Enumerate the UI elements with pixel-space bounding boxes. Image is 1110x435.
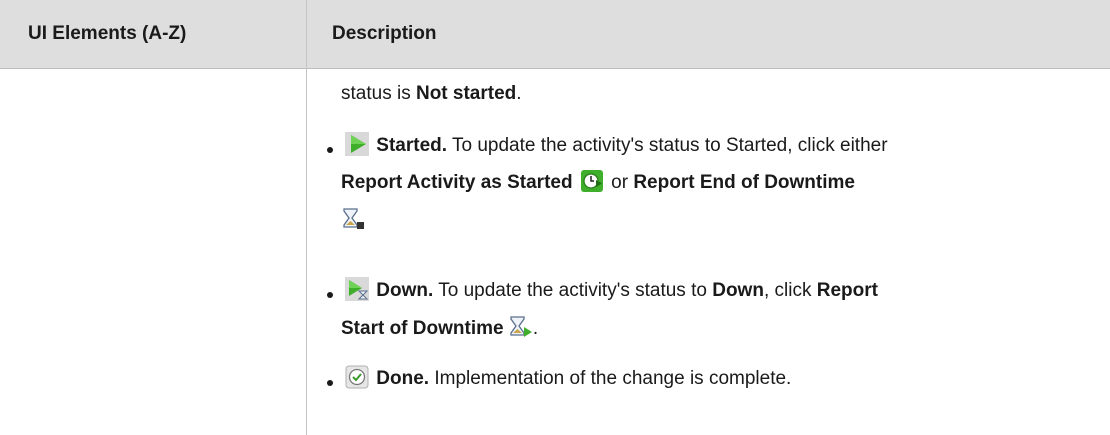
status-prefix: status is	[341, 83, 416, 104]
started-title: Started.	[376, 135, 448, 156]
down-text-1: To update the activity's status to	[433, 280, 713, 301]
hourglass-play-icon	[509, 315, 533, 339]
bullet-started	[327, 147, 333, 153]
started-line-3	[341, 203, 365, 239]
report-label: Report	[816, 280, 878, 301]
status-not-started: Not started	[415, 83, 517, 104]
start-downtime-label: Start of Downtime	[341, 318, 504, 339]
play-triangle-icon	[345, 132, 369, 156]
table-header-row: UI Elements (A-Z) Description	[0, 0, 1110, 69]
or-text: or	[605, 172, 634, 193]
status-suffix: .	[516, 83, 522, 104]
done-text: Implementation of the change is complete…	[429, 368, 792, 389]
down-line-2: Start of Downtime .	[341, 311, 538, 347]
started-text: To update the activity's status to Start…	[447, 135, 888, 156]
clock-play-icon	[580, 169, 604, 193]
done-line: Done. Implementation of the change is co…	[343, 361, 791, 397]
down-title: Down.	[376, 280, 434, 301]
status-not-started-line: status is Not started.	[341, 76, 522, 112]
report-end-downtime-label: Report End of Downtime	[633, 172, 855, 193]
column-divider	[306, 0, 307, 435]
hourglass-stop-icon	[341, 207, 365, 231]
down-bold: Down	[712, 280, 764, 301]
down-period: .	[532, 318, 539, 339]
down-line-1: Down. To update the activity's status to…	[343, 273, 878, 309]
report-activity-started-label: Report Activity as Started	[341, 172, 573, 193]
done-title: Done.	[376, 368, 430, 389]
bullet-down	[327, 292, 333, 298]
down-text-2: , click	[763, 280, 817, 301]
started-line-1: Started. To update the activity's status…	[343, 128, 888, 164]
header-ui-elements: UI Elements (A-Z)	[28, 23, 187, 44]
checkmark-circle-icon	[345, 365, 369, 389]
play-hourglass-icon	[345, 277, 369, 301]
header-description: Description	[332, 23, 437, 44]
description-table: UI Elements (A-Z) Description status is …	[0, 0, 1110, 435]
bullet-done	[327, 380, 333, 386]
started-line-2: Report Activity as Started or Report End…	[341, 165, 855, 201]
